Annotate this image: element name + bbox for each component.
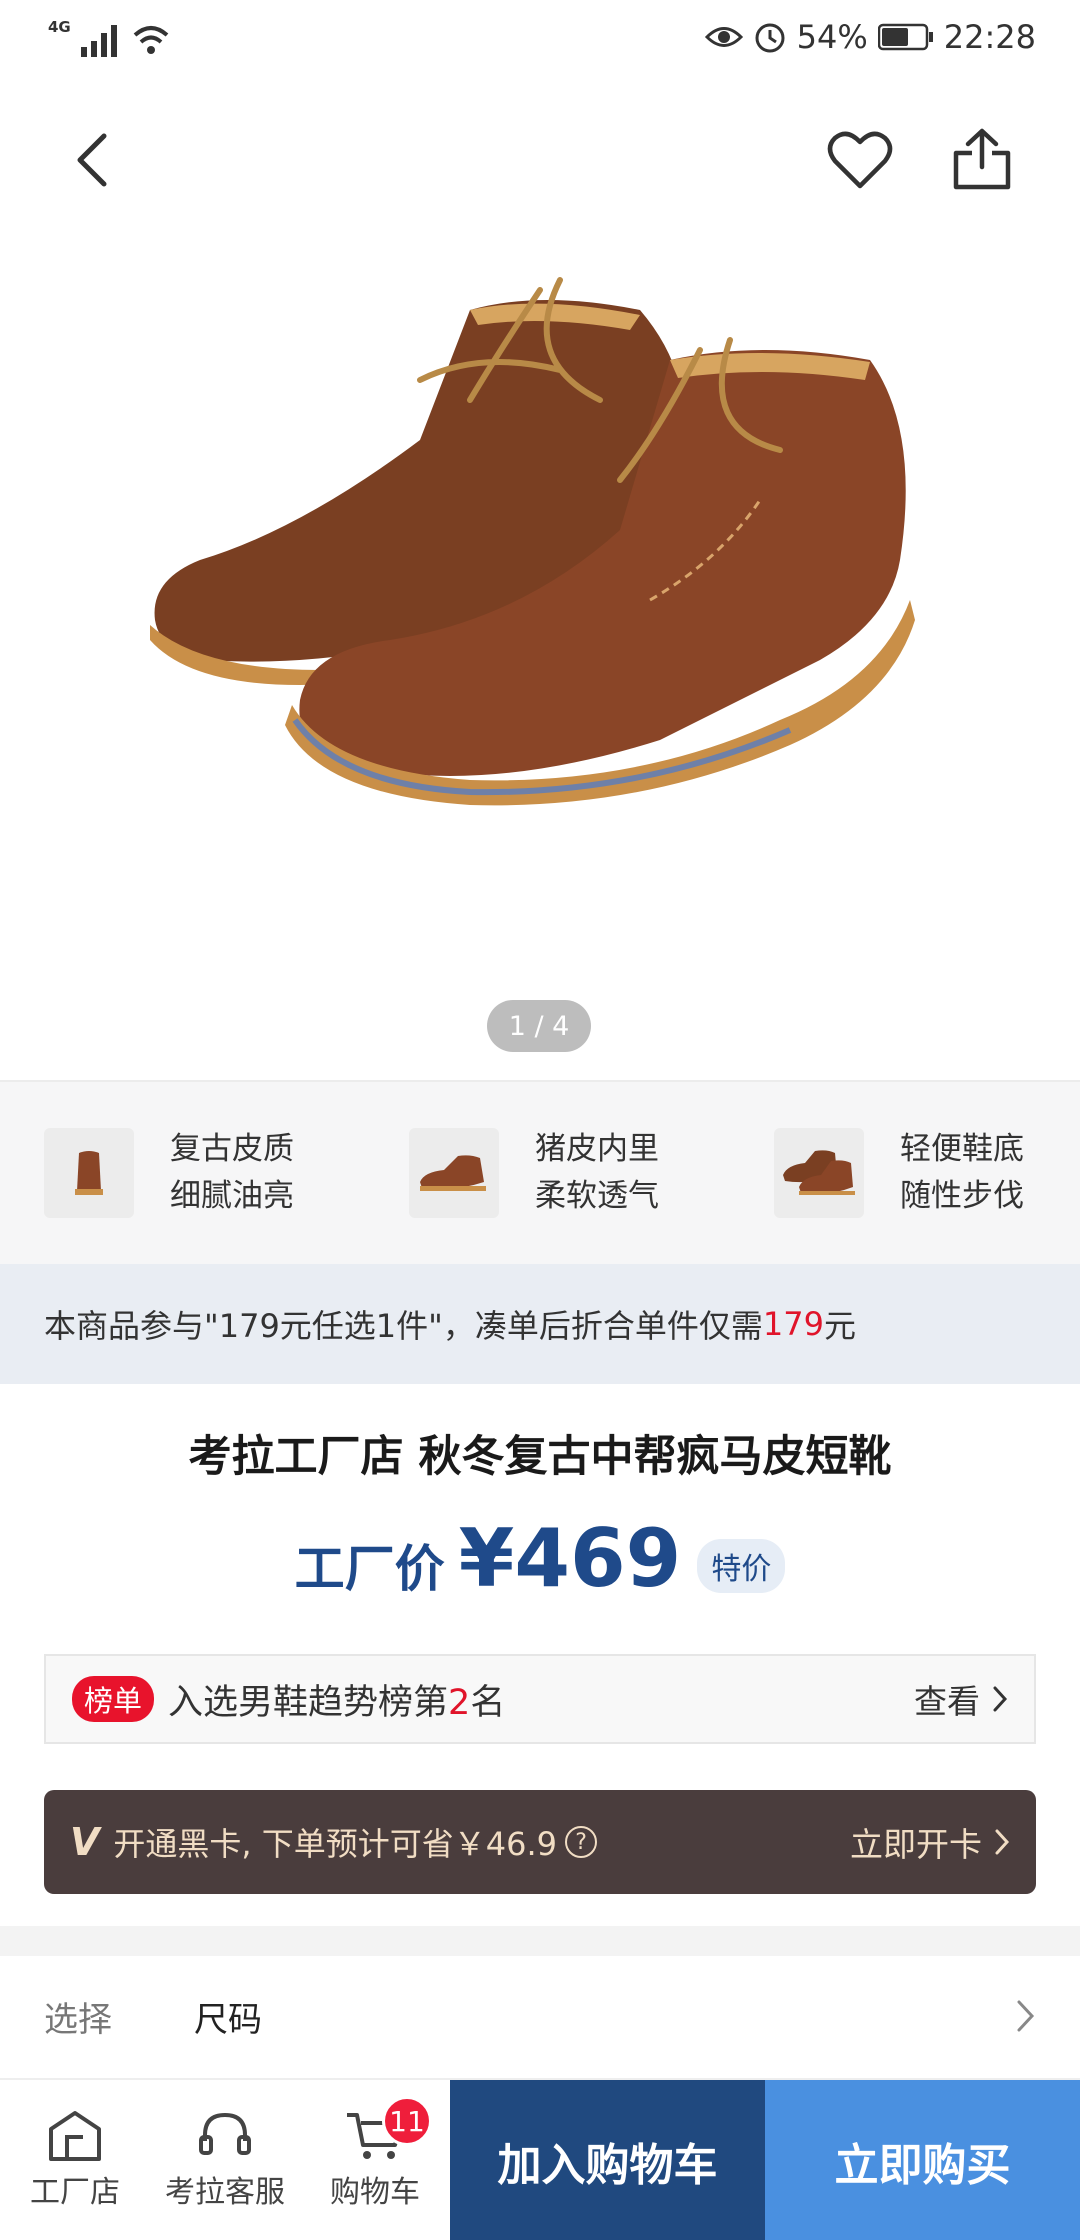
feature-line2: 柔软透气 bbox=[535, 1178, 659, 1214]
feature-line2: 随性步伐 bbox=[900, 1178, 1024, 1214]
back-button[interactable] bbox=[62, 130, 122, 190]
product-title: 考拉工厂店 秋冬复古中帮疯马皮短靴 bbox=[188, 1432, 892, 1482]
promo-amount: 179 bbox=[762, 1305, 824, 1343]
cart-count-badge: 11 bbox=[382, 2096, 432, 2146]
clock: 22:28 bbox=[943, 18, 1036, 56]
nav-cart-label: 购物车 bbox=[330, 2175, 420, 2210]
price-value: ¥469 bbox=[458, 1512, 682, 1605]
battery-icon bbox=[877, 23, 933, 51]
price-label: 工厂价 bbox=[294, 1540, 445, 1598]
promo-text-prefix: 本商品参与"179元任选1件"，凑单后折合单件仅需 bbox=[44, 1307, 763, 1345]
carousel-page-indicator: 1 / 4 bbox=[487, 1000, 591, 1052]
black-card-banner[interactable]: V 开通黑卡, 下单预计可省￥46.9 ? 立即开卡 bbox=[44, 1790, 1036, 1894]
ranking-text-suffix: 名 bbox=[470, 1682, 506, 1723]
bottom-action-bar: 工厂店 考拉客服 购物车 11 加入购物车 立即购买 bbox=[0, 2078, 1080, 2240]
ranking-text-prefix: 入选男鞋趋势榜第 bbox=[168, 1682, 449, 1723]
signal-icon bbox=[80, 25, 117, 57]
section-divider bbox=[0, 1926, 1080, 1956]
chevron-right-icon bbox=[1017, 2000, 1035, 2032]
feature-line1: 轻便鞋底 bbox=[900, 1131, 1024, 1167]
feature-thumbnail bbox=[774, 1128, 864, 1218]
feature-line1: 复古皮质 bbox=[170, 1131, 294, 1167]
feature-line1: 猪皮内里 bbox=[535, 1131, 659, 1167]
network-type: 4G bbox=[48, 18, 71, 36]
status-right: 54% 22:28 bbox=[704, 18, 1036, 56]
spec-value: 尺码 bbox=[194, 1999, 262, 2040]
store-icon bbox=[49, 2111, 101, 2161]
chevron-right-icon bbox=[995, 1829, 1010, 1855]
feature-line2: 细腻油亮 bbox=[170, 1178, 294, 1214]
chevron-right-icon bbox=[993, 1686, 1008, 1712]
product-image-carousel[interactable]: 1 / 4 bbox=[0, 200, 1080, 1080]
black-card-text: 开通黑卡, 下单预计可省￥46.9 bbox=[113, 1825, 558, 1863]
product-boots-image bbox=[150, 277, 915, 806]
feature-thumbnail bbox=[44, 1128, 134, 1218]
ranking-banner[interactable]: 榜单 入选男鞋趋势榜第2名 查看 bbox=[44, 1654, 1036, 1744]
feature-item: 复古皮质 细腻油亮 bbox=[44, 1126, 294, 1220]
favorite-button[interactable] bbox=[826, 128, 894, 192]
back-icon bbox=[77, 133, 107, 187]
share-icon bbox=[953, 128, 1011, 190]
ranking-number: 2 bbox=[448, 1682, 471, 1723]
signal-area: 4G bbox=[48, 20, 171, 57]
promo-text-suffix: 元 bbox=[823, 1307, 856, 1345]
battery-percent: 54% bbox=[796, 18, 868, 56]
nav-factory-store[interactable]: 工厂店 bbox=[0, 2080, 150, 2240]
alarm-icon bbox=[755, 23, 785, 53]
share-button[interactable] bbox=[950, 126, 1014, 192]
heart-icon bbox=[827, 131, 893, 189]
black-card-logo: V bbox=[70, 1820, 100, 1864]
nav-service-label: 考拉客服 bbox=[165, 2175, 285, 2210]
price-tag-badge: 特价 bbox=[697, 1538, 786, 1593]
boots-thumbnail-icon bbox=[783, 1150, 855, 1195]
nav-store-label: 工厂店 bbox=[30, 2175, 120, 2210]
status-bar: 4G 54% 22:28 bbox=[0, 0, 1080, 80]
headset-icon bbox=[199, 2112, 251, 2155]
nav-cart[interactable]: 购物车 11 bbox=[300, 2080, 450, 2240]
ranking-view-link[interactable]: 查看 bbox=[914, 1675, 1008, 1723]
feature-item: 猪皮内里 柔软透气 bbox=[409, 1126, 659, 1220]
open-card-label: 立即开卡 bbox=[850, 1825, 982, 1864]
nav-customer-service[interactable]: 考拉客服 bbox=[150, 2080, 300, 2240]
ranking-view-label: 查看 bbox=[914, 1682, 980, 1721]
ranking-text: 入选男鞋趋势榜第2名 bbox=[168, 1674, 505, 1725]
spec-label: 选择 bbox=[44, 1999, 112, 2040]
buy-now-button[interactable]: 立即购买 bbox=[765, 2080, 1080, 2240]
boot-thumbnail-icon bbox=[420, 1155, 486, 1191]
open-card-link[interactable]: 立即开卡 bbox=[850, 1818, 1010, 1866]
boot-thumbnail-icon bbox=[75, 1151, 103, 1195]
price-row: 工厂价 ¥469 特价 bbox=[0, 1512, 1080, 1605]
feature-thumbnail bbox=[409, 1128, 499, 1218]
feature-highlights: 复古皮质 细腻油亮 猪皮内里 柔软透气 轻便鞋底 随性步伐 bbox=[0, 1080, 1080, 1264]
ranking-badge: 榜单 bbox=[72, 1676, 155, 1722]
wifi-icon bbox=[133, 26, 169, 54]
spec-select-row[interactable]: 选择 尺码 bbox=[0, 1956, 1080, 2076]
promo-banner[interactable]: 本商品参与"179元任选1件"，凑单后折合单件仅需 179 元 bbox=[0, 1264, 1080, 1384]
add-to-cart-button[interactable]: 加入购物车 bbox=[450, 2080, 765, 2240]
feature-item: 轻便鞋底 随性步伐 bbox=[774, 1126, 1024, 1220]
help-icon[interactable]: ? bbox=[565, 1826, 598, 1858]
eye-icon bbox=[704, 27, 743, 47]
